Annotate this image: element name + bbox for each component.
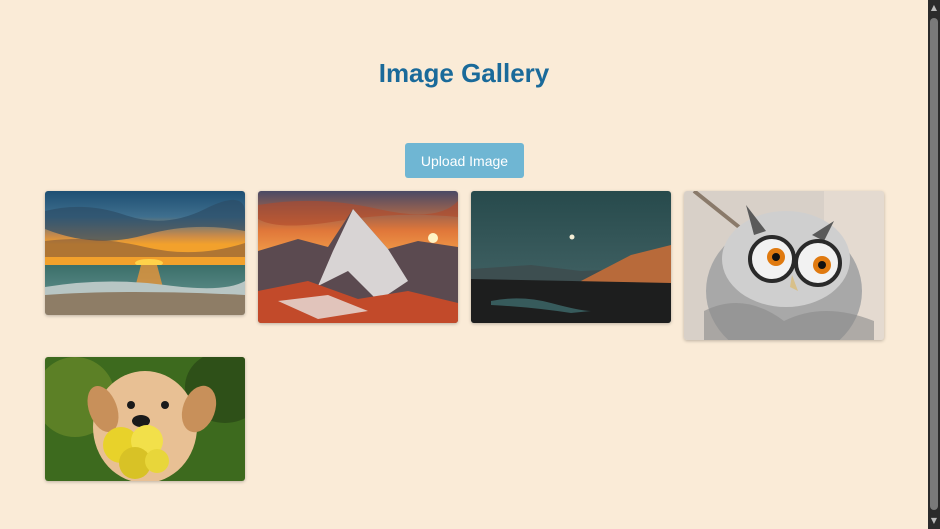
moon-valley-image	[471, 191, 671, 323]
upload-image-button[interactable]: Upload Image	[405, 143, 524, 178]
gallery-image-puppy[interactable]	[45, 357, 245, 481]
sunset-beach-image	[45, 191, 245, 315]
mountain-peak-image	[258, 191, 458, 323]
vertical-scrollbar[interactable]: ▲ ▼	[928, 0, 940, 529]
gallery-page: Image Gallery Upload Image	[0, 0, 928, 529]
scroll-up-icon[interactable]: ▲	[928, 2, 940, 14]
page-title: Image Gallery	[378, 58, 550, 88]
scrollbar-thumb[interactable]	[930, 18, 938, 510]
scroll-down-icon[interactable]: ▼	[928, 515, 940, 527]
gallery-image-moon-valley[interactable]	[471, 191, 671, 323]
puppy-image	[45, 357, 245, 481]
gallery-image-mountain-peak[interactable]	[258, 191, 458, 323]
gallery-image-sunset-beach[interactable]	[45, 191, 245, 315]
owl-image	[684, 191, 884, 340]
gallery-image-owl[interactable]	[684, 191, 884, 340]
